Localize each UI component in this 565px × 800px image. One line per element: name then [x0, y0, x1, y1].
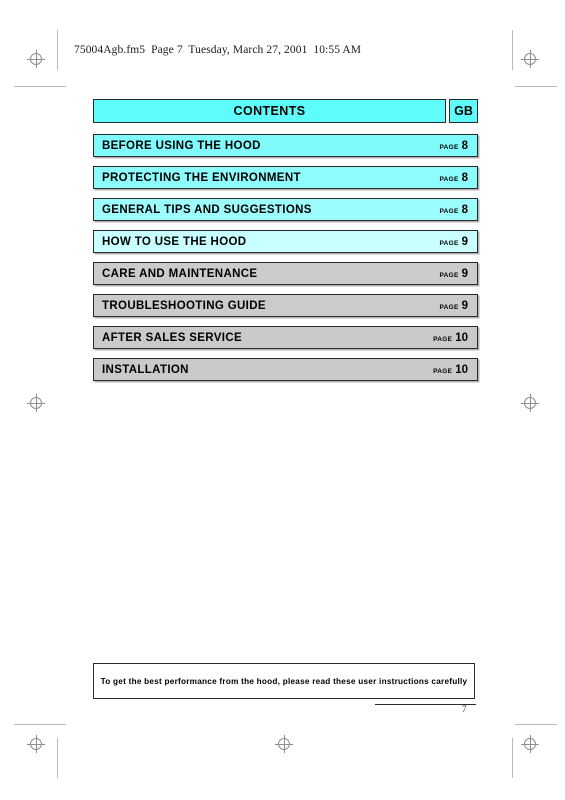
toc-page-word: PAGE [433, 335, 453, 343]
toc-entry-label: INSTALLATION [102, 363, 189, 376]
toc-page-number: 8 [461, 171, 468, 184]
registration-mark-top-left [27, 50, 45, 68]
toc-page-word: PAGE [439, 143, 459, 151]
toc-page-word: PAGE [439, 239, 459, 247]
toc-page-word: PAGE [433, 367, 453, 375]
toc-entry-page: PAGE 9 [439, 300, 468, 312]
toc-page-number: 9 [461, 299, 468, 312]
toc-entry-1[interactable]: BEFORE USING THE HOOD PAGE 8 [93, 134, 478, 157]
toc-page-number: 9 [461, 267, 468, 280]
toc-entry-7[interactable]: AFTER SALES SERVICE PAGE 10 [93, 326, 478, 349]
toc-entry-page: PAGE 8 [439, 204, 468, 216]
toc-entry-2[interactable]: PROTECTING THE ENVIRONMENT PAGE 8 [93, 166, 478, 189]
registration-mark-middle-right [521, 394, 539, 412]
page-number: 7 [462, 704, 467, 714]
registration-mark-bottom-center [275, 735, 293, 753]
footer-rule [375, 704, 476, 705]
contents-block: CONTENTS GB BEFORE USING THE HOOD PAGE 8… [93, 99, 478, 390]
registration-mark-bottom-right [521, 735, 539, 753]
toc-entry-page: PAGE 8 [439, 140, 468, 152]
crop-line-bottom-left-h [14, 724, 66, 725]
language-code-badge: GB [449, 99, 478, 123]
registration-mark-bottom-left [27, 735, 45, 753]
contents-title-row: CONTENTS GB [93, 99, 478, 123]
toc-entry-page: PAGE 8 [439, 172, 468, 184]
crop-line-bottom-left-v [57, 738, 58, 778]
crop-line-bottom-right-v [512, 738, 513, 778]
registration-mark-middle-left [27, 394, 45, 412]
toc-entry-5[interactable]: CARE AND MAINTENANCE PAGE 9 [93, 262, 478, 285]
crop-line-top-left-v [57, 30, 58, 70]
crop-line-bottom-right-h [515, 724, 557, 725]
toc-page-number: 8 [461, 203, 468, 216]
toc-entry-label: AFTER SALES SERVICE [102, 331, 242, 344]
toc-entry-label: HOW TO USE THE HOOD [102, 235, 247, 248]
footer-note-box: To get the best performance from the hoo… [93, 663, 475, 699]
toc-page-number: 9 [461, 235, 468, 248]
toc-entry-page: PAGE 9 [439, 236, 468, 248]
toc-page-word: PAGE [439, 271, 459, 279]
toc-entry-label: GENERAL TIPS AND SUGGESTIONS [102, 203, 312, 216]
page-sheet: 75004Agb.fm5 Page 7 Tuesday, March 27, 2… [0, 0, 565, 800]
toc-entry-6[interactable]: TROUBLESHOOTING GUIDE PAGE 9 [93, 294, 478, 317]
toc-page-word: PAGE [439, 303, 459, 311]
crop-line-top-left-h [14, 86, 66, 87]
toc-page-word: PAGE [439, 207, 459, 215]
toc-entry-label: BEFORE USING THE HOOD [102, 139, 261, 152]
toc-page-number: 10 [455, 363, 468, 376]
toc-entry-label: PROTECTING THE ENVIRONMENT [102, 171, 301, 184]
toc-entry-label: TROUBLESHOOTING GUIDE [102, 299, 266, 312]
crop-line-top-right-v [512, 30, 513, 70]
footer-note-text: To get the best performance from the hoo… [100, 676, 468, 686]
toc-page-number: 8 [461, 139, 468, 152]
toc-entry-3[interactable]: GENERAL TIPS AND SUGGESTIONS PAGE 8 [93, 198, 478, 221]
toc-entry-label: CARE AND MAINTENANCE [102, 267, 258, 280]
crop-line-top-right-h [515, 86, 557, 87]
toc-entry-page: PAGE 10 [433, 364, 468, 376]
contents-title: CONTENTS [93, 99, 446, 123]
registration-mark-top-right [521, 50, 539, 68]
running-header: 75004Agb.fm5 Page 7 Tuesday, March 27, 2… [74, 44, 362, 56]
toc-page-number: 10 [455, 331, 468, 344]
toc-entry-page: PAGE 9 [439, 268, 468, 280]
toc-entry-page: PAGE 10 [433, 332, 468, 344]
toc-page-word: PAGE [439, 175, 459, 183]
toc-entry-4[interactable]: HOW TO USE THE HOOD PAGE 9 [93, 230, 478, 253]
toc-entry-8[interactable]: INSTALLATION PAGE 10 [93, 358, 478, 381]
